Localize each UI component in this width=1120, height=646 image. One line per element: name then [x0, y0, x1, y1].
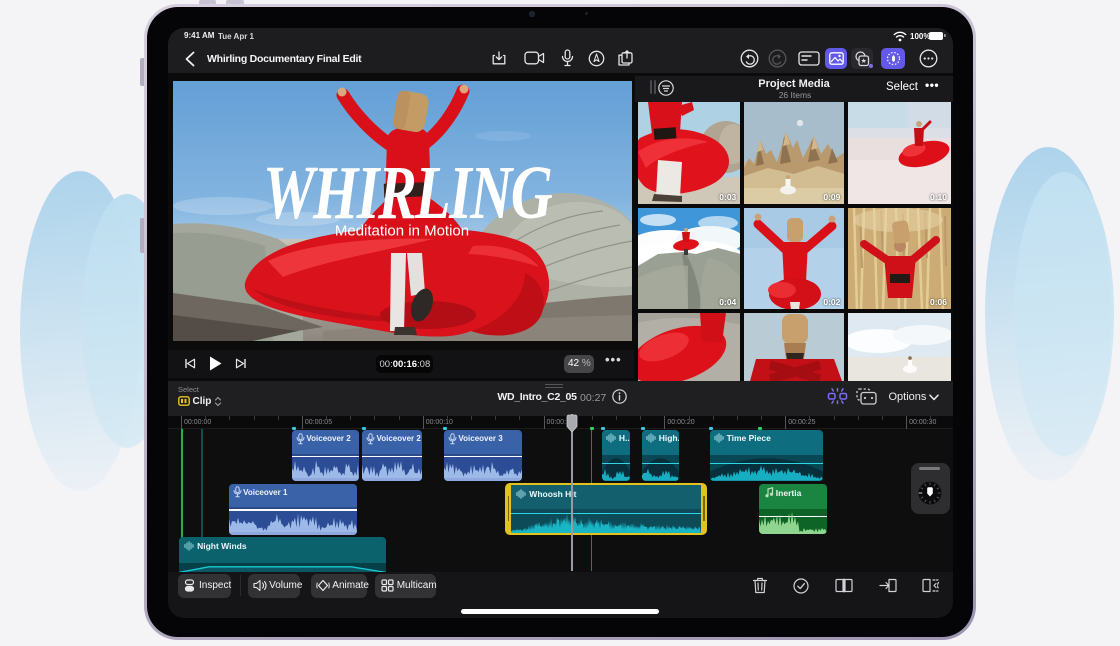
svg-text:Meditation in Motion: Meditation in Motion: [334, 223, 468, 240]
